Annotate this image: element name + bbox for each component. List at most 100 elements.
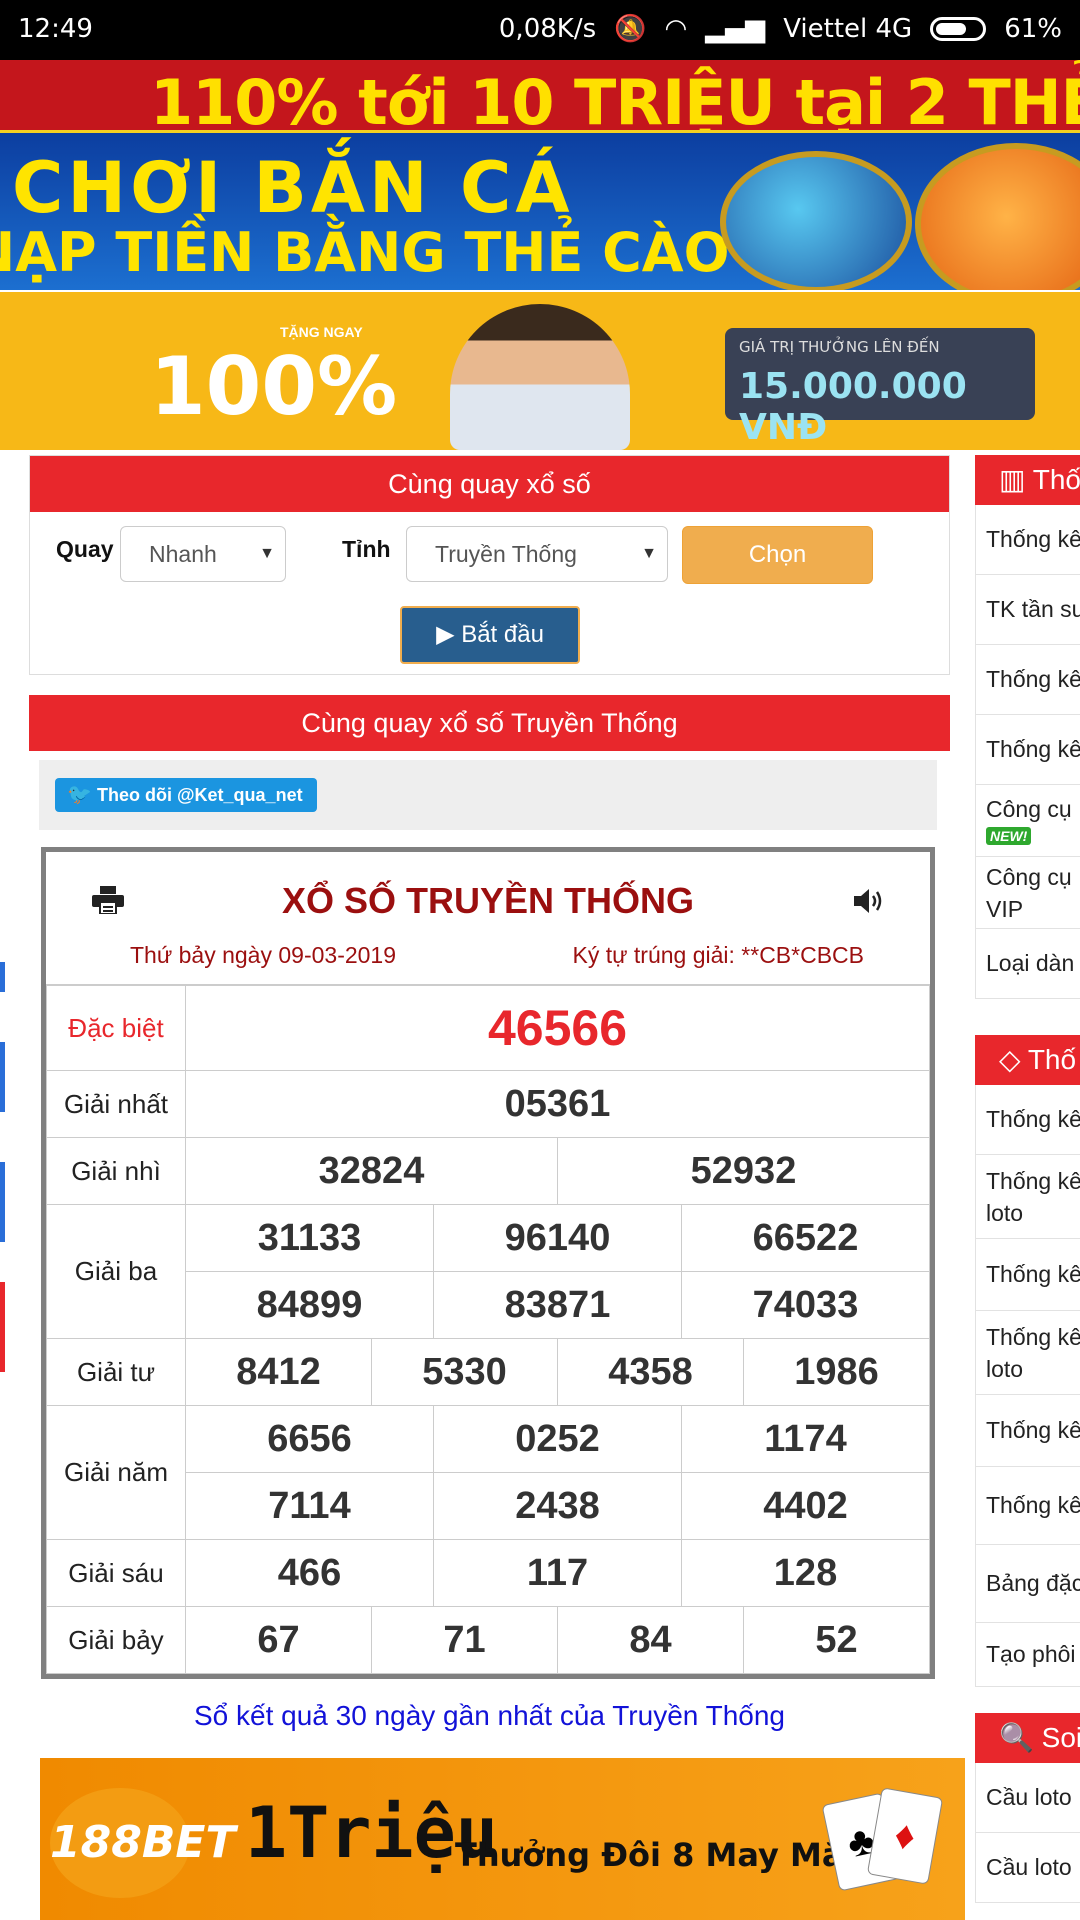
left-edge-tab bbox=[0, 1042, 5, 1112]
left-edge-tab bbox=[0, 962, 5, 992]
prize-number: 32824 bbox=[185, 1137, 558, 1205]
promo-box-value: 15.000.000 VNĐ bbox=[739, 366, 967, 448]
battery-percent: 61% bbox=[1004, 14, 1062, 44]
sidebar-item[interactable]: Thống kê bbox=[975, 1467, 1080, 1545]
sidebar-item-label: Tạo phôi bbox=[986, 1641, 1076, 1667]
search-icon: 🔍 bbox=[999, 1722, 1034, 1753]
sidebar-item[interactable]: Thống kê loto bbox=[975, 1155, 1080, 1239]
battery-icon bbox=[930, 17, 987, 41]
result-table-header: XỔ SỐ TRUYỀN THỐNG Thứ bảy ngày 09-03-20… bbox=[46, 852, 930, 985]
prize-number: 66522 bbox=[681, 1204, 930, 1272]
sidebar-section-header: ◇ Thố bbox=[975, 1035, 1080, 1085]
wifi-icon: ◠ bbox=[664, 14, 688, 44]
sidebar-item-label: Cầu loto bbox=[986, 1784, 1072, 1810]
prize-number: 83871 bbox=[433, 1271, 682, 1339]
sports-promo-text: 110% tới 10 TRIỆU tại 2 THẺ THAO bbox=[150, 66, 1080, 133]
sidebar-item[interactable]: Loại dàn bbox=[975, 929, 1080, 999]
table-row: Đặc biệt 46566 bbox=[46, 985, 930, 1071]
quay-panel-title: Cùng quay xổ số bbox=[30, 456, 949, 512]
sidebar-item-label: Thống kê bbox=[986, 1417, 1080, 1443]
prize-name-nhat: Giải nhất bbox=[46, 1070, 186, 1138]
prize-name-nhi: Giải nhì bbox=[46, 1137, 186, 1205]
188bet-logo: 188BET bbox=[50, 1788, 235, 1898]
prize-number: 05361 bbox=[185, 1070, 930, 1138]
sidebar-item[interactable]: Thống kê bbox=[975, 505, 1080, 575]
sidebar-item[interactable]: Thống kê bbox=[975, 1239, 1080, 1311]
history-30-days-link[interactable]: Sổ kết quả 30 ngày gần nhất của Truyền T… bbox=[29, 1700, 950, 1732]
prize-number: 52932 bbox=[557, 1137, 930, 1205]
tinh-select-value: Truyền Thống bbox=[435, 541, 577, 567]
left-edge-tab bbox=[0, 1162, 5, 1242]
prize-name-bay: Giải bảy bbox=[46, 1606, 186, 1674]
start-button[interactable]: ▶ Bắt đầu bbox=[400, 606, 580, 664]
sidebar-item[interactable]: TK tần su bbox=[975, 575, 1080, 645]
mute-icon: 🔕 bbox=[614, 14, 647, 44]
sidebar-item[interactable]: Công cụ NEW! bbox=[975, 785, 1080, 857]
play-icon: ▶ bbox=[436, 621, 455, 648]
result-panel: Cùng quay xổ số Truyền Thống 🐦 Theo dõi … bbox=[29, 695, 950, 1695]
chevron-down-icon: ▼ bbox=[641, 545, 657, 562]
twitter-follow-button[interactable]: 🐦 Theo dõi @Ket_qua_net bbox=[55, 778, 317, 812]
prize-number: 74033 bbox=[681, 1271, 930, 1339]
sidebar-vip: ◇ Thố Thống kê Thống kê loto Thống kê Th… bbox=[975, 1035, 1080, 1687]
sidebar-item[interactable]: Cầu loto bbox=[975, 1833, 1080, 1903]
prize-number: 7114 bbox=[185, 1472, 434, 1540]
prize-number: 0252 bbox=[433, 1405, 682, 1473]
prize-name-ba: Giải ba bbox=[46, 1204, 186, 1339]
prize-number: 466 bbox=[185, 1539, 434, 1607]
bet-promo-text: Thưởng Đôi 8 May Mắn! bbox=[455, 1836, 881, 1874]
twitter-bird-icon: 🐦 bbox=[67, 784, 92, 806]
tinh-select[interactable]: Truyền Thống ▼ bbox=[406, 526, 668, 582]
promo-value-box: GIÁ TRỊ THƯỞNG LÊN ĐẾN 15.000.000 VNĐ bbox=[725, 328, 1035, 448]
left-edge-tab bbox=[0, 1282, 5, 1372]
sidebar-item-label: Thống kê loto bbox=[986, 1323, 1080, 1382]
start-button-label: Bắt đầu bbox=[461, 621, 544, 648]
sidebar-item[interactable]: Thống kê bbox=[975, 1085, 1080, 1155]
sidebar-item-label: Thống kê bbox=[986, 1492, 1080, 1518]
prize-name-nam: Giải năm bbox=[46, 1405, 186, 1540]
prize-number: 4402 bbox=[681, 1472, 930, 1540]
sidebar-item-label: Thống kê bbox=[986, 526, 1080, 552]
sidebar-item-label: TK tần su bbox=[986, 596, 1080, 622]
fishing-banner-line2: NẠP TIỀN BẰNG THẺ CÀO bbox=[0, 221, 730, 284]
sidebar-item[interactable]: Bảng đặc bbox=[975, 1545, 1080, 1623]
chon-button[interactable]: Chọn bbox=[682, 526, 873, 584]
sidebar-item[interactable]: Công cụ VIP bbox=[975, 857, 1080, 929]
status-time: 12:49 bbox=[18, 14, 93, 44]
prize-name-dac-biet: Đặc biệt bbox=[46, 985, 186, 1071]
signal-icon: ▂▄▆ bbox=[705, 14, 766, 44]
speaker-icon[interactable] bbox=[852, 886, 886, 916]
quay-label: Quay bbox=[56, 536, 114, 562]
prize-number: 84 bbox=[557, 1606, 744, 1674]
sidebar-item-label: Cầu loto bbox=[986, 1854, 1072, 1880]
bar-chart-icon: ▥ bbox=[999, 464, 1026, 495]
result-table-title: XỔ SỐ TRUYỀN THỐNG bbox=[281, 880, 695, 921]
bonus-promo-banner[interactable]: TẶNG NGAY 100% GIÁ TRỊ THƯỞNG LÊN ĐẾN 15… bbox=[0, 292, 1080, 450]
promo-small-text: TẶNG NGAY bbox=[280, 324, 363, 340]
sidebar-section-header: ▥ Thố bbox=[975, 455, 1080, 505]
orange-fish-image bbox=[915, 143, 1080, 290]
prize-number: 46566 bbox=[185, 985, 930, 1071]
table-row: Giải ba 31133 96140 66522 bbox=[46, 1204, 930, 1339]
diamond-icon: ◇ bbox=[999, 1044, 1021, 1075]
prize-number: 96140 bbox=[433, 1204, 682, 1272]
shark-fish-image bbox=[720, 151, 912, 290]
sidebar-item-label: Thống kê bbox=[986, 1261, 1080, 1287]
chevron-down-icon: ▼ bbox=[259, 545, 275, 562]
sidebar-item[interactable]: Thống kê bbox=[975, 715, 1080, 785]
sports-promo-banner[interactable]: 110% tới 10 TRIỆU tại 2 THẺ THAO bbox=[0, 60, 1080, 133]
new-badge: NEW! bbox=[986, 827, 1032, 845]
draw-date: Thứ bảy ngày 09-03-2019 bbox=[130, 942, 397, 968]
sidebar-item[interactable]: Cầu loto bbox=[975, 1763, 1080, 1833]
prize-number: 1174 bbox=[681, 1405, 930, 1473]
sidebar-item[interactable]: Tạo phôi bbox=[975, 1623, 1080, 1687]
188bet-banner[interactable]: 188BET 1Triệu Thưởng Đôi 8 May Mắn! ♣ ♦ bbox=[40, 1758, 965, 1920]
fishing-game-banner[interactable]: CHƠI BẮN CÁ NẠP TIỀN BẰNG THẺ CÀO bbox=[0, 133, 1080, 290]
table-row: Giải bảy 67 71 84 52 bbox=[46, 1606, 930, 1674]
sidebar-item[interactable]: Thống kê bbox=[975, 1395, 1080, 1467]
sidebar-item[interactable]: Thống kê loto bbox=[975, 1311, 1080, 1395]
status-bar: 12:49 0,08K/s 🔕 ◠ ▂▄▆ Viettel 4G 61% bbox=[0, 0, 1080, 60]
sidebar-item[interactable]: Thống kê bbox=[975, 645, 1080, 715]
sidebar-item-label: Thống kê bbox=[986, 666, 1080, 692]
quay-speed-select[interactable]: Nhanh ▼ bbox=[120, 526, 286, 582]
